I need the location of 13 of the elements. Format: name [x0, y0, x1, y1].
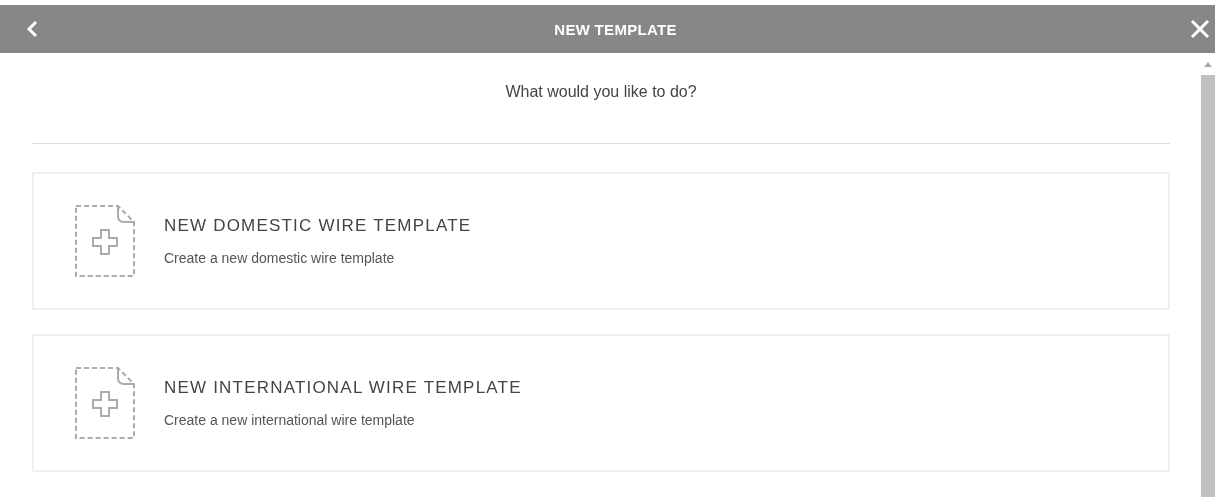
option-title: NEW INTERNATIONAL WIRE TEMPLATE: [164, 378, 522, 398]
file-plus-icon: [74, 204, 136, 278]
scroll-up-icon[interactable]: [1203, 62, 1212, 67]
template-option-card[interactable]: NEW INTERNATIONAL WIRE TEMPLATE Create a new international wire template: [32, 334, 1170, 472]
option-description: Create a new international wire template: [164, 412, 416, 428]
scrollbar-thumb[interactable]: [1200, 75, 1215, 497]
prompt-text: What would you like to do?: [504, 82, 698, 102]
template-option-card[interactable]: NEW DOMESTIC WIRE TEMPLATE Create a new domestic wire template: [32, 172, 1170, 310]
option-title: NEW DOMESTIC WIRE TEMPLATE: [164, 216, 472, 236]
dialog-title: NEW TEMPLATE: [554, 20, 677, 38]
file-plus-icon: [74, 366, 136, 440]
option-description: Create a new domestic wire template: [164, 250, 396, 266]
close-button[interactable]: [1189, 18, 1211, 40]
